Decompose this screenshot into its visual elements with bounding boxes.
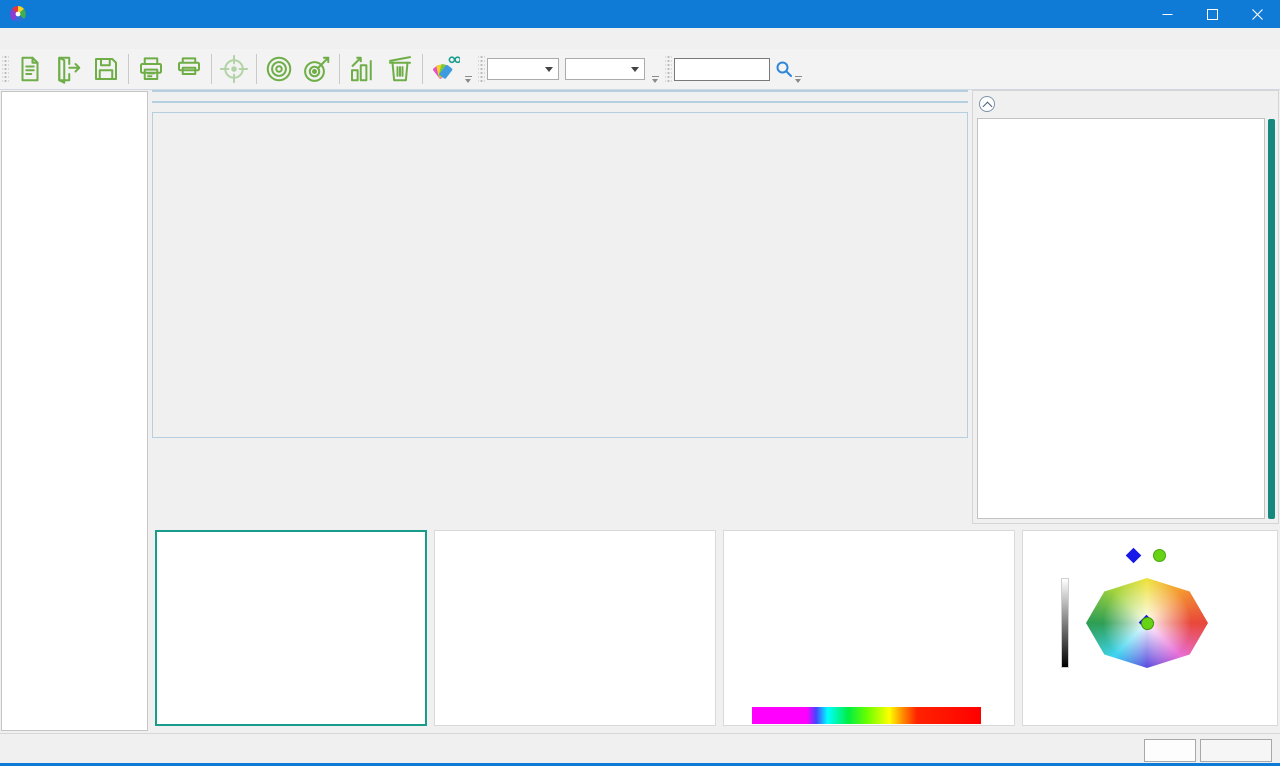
standard-table-panel	[152, 101, 968, 103]
toolbar-overflow-button[interactable]	[794, 52, 804, 86]
sample-tree	[1, 91, 148, 731]
sample-table-panel	[152, 112, 968, 438]
minimize-button[interactable]	[1145, 0, 1190, 28]
search-input[interactable]	[674, 58, 770, 81]
chevron-down-icon	[631, 67, 639, 72]
print-word-button[interactable]	[170, 50, 208, 88]
status-empty-box	[1200, 739, 1272, 762]
trend-analysis-button[interactable]	[343, 50, 381, 88]
sci-mode-select[interactable]	[487, 58, 559, 80]
toolbar-grip[interactable]	[2, 54, 9, 84]
color-difference-header[interactable]	[973, 91, 1278, 117]
spectral-chart-panel[interactable]	[723, 530, 1015, 726]
calibrate-crosshair-button[interactable]	[215, 50, 253, 88]
gamut-chart-panel[interactable]	[1022, 530, 1278, 726]
delete-button[interactable]	[381, 50, 419, 88]
toolbar-overflow-button[interactable]	[464, 52, 474, 86]
minimize-icon	[1162, 9, 1173, 20]
cielab-card	[977, 118, 1265, 519]
standard-target-icon	[264, 54, 294, 84]
close-icon	[1252, 9, 1263, 20]
scatter-chart-panel[interactable]	[155, 530, 427, 726]
maximize-icon	[1207, 9, 1218, 20]
maximize-button[interactable]	[1190, 0, 1235, 28]
color-cards-icon	[430, 54, 460, 84]
status-bar	[0, 733, 1280, 766]
toolbar-separator	[422, 54, 423, 84]
print-word-icon	[174, 54, 204, 84]
new-document-icon	[15, 54, 45, 84]
crosshair-icon	[219, 54, 249, 84]
open-export-icon	[53, 54, 83, 84]
illuminant-observer-select[interactable]	[565, 58, 645, 80]
trend-chart-icon	[347, 54, 377, 84]
toolbar-separator	[256, 54, 257, 84]
toolbar-overflow-button[interactable]	[651, 52, 661, 86]
measure-sample-button[interactable]	[298, 50, 336, 88]
save-button[interactable]	[87, 50, 125, 88]
sample-target-icon	[302, 54, 332, 84]
new-document-button[interactable]	[11, 50, 49, 88]
collapse-chevron-icon[interactable]	[979, 96, 995, 112]
open-export-button[interactable]	[49, 50, 87, 88]
panel-scrollbar[interactable]	[1268, 119, 1275, 519]
binoculars-icon	[449, 57, 460, 62]
search-icon[interactable]	[774, 59, 794, 79]
menu-bar	[0, 28, 1280, 49]
toolbar-separator	[128, 54, 129, 84]
auto-mode-button[interactable]	[1144, 739, 1196, 762]
color-difference-panel	[972, 90, 1279, 524]
trash-icon	[385, 54, 415, 84]
measure-standard-button[interactable]	[260, 50, 298, 88]
toolbar-separator	[211, 54, 212, 84]
toolbar-grip[interactable]	[665, 54, 672, 84]
titlebar	[0, 0, 1280, 28]
app-window	[0, 0, 1280, 766]
toolbar	[0, 49, 1280, 90]
spectrum-color-bar	[752, 707, 981, 724]
tolerance-table-panel	[152, 90, 968, 92]
color-card-search-button[interactable]	[426, 50, 464, 88]
sample-point-marker	[1141, 617, 1154, 630]
print-icon	[136, 54, 166, 84]
chevron-down-icon	[545, 67, 553, 72]
deltae-trend-chart-panel[interactable]	[434, 530, 716, 726]
toolbar-grip[interactable]	[478, 54, 485, 84]
app-logo-icon	[9, 5, 27, 23]
print-button[interactable]	[132, 50, 170, 88]
close-button[interactable]	[1235, 0, 1280, 28]
save-icon	[91, 54, 121, 84]
charts-row	[152, 530, 1280, 730]
tables-area	[152, 90, 968, 527]
workspace	[0, 90, 1280, 733]
toolbar-separator	[339, 54, 340, 84]
